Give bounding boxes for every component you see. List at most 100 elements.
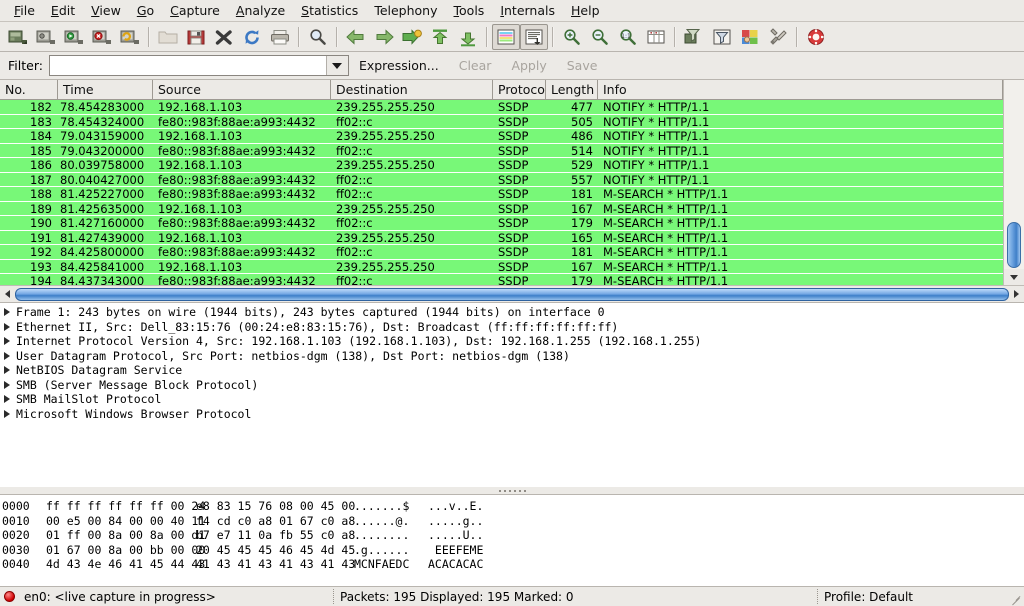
table-row[interactable]: 184 79.043159000 192.168.1.103 239.255.255.… xyxy=(0,129,1003,144)
hex-dump-row[interactable]: 0030 01 67 00 8a 00 bb 00 00 20 45 45 45 4… xyxy=(0,543,1024,558)
detail-tree-item[interactable]: Ethernet II, Src: Dell_83:15:76 (00:24:e… xyxy=(0,320,1024,335)
column-header-time[interactable]: Time xyxy=(58,80,153,99)
table-row[interactable]: 189 81.425635000 192.168.1.103 239.255.255.… xyxy=(0,201,1003,216)
table-row[interactable]: 183 78.454324000 fe80::983f:88ae:a993:4432… xyxy=(0,114,1003,129)
close-file-button[interactable] xyxy=(210,24,238,50)
open-file-button[interactable] xyxy=(154,24,182,50)
capture-options-button[interactable] xyxy=(32,24,60,50)
display-filters-button[interactable] xyxy=(708,24,736,50)
filter-expression-button[interactable]: Expression... xyxy=(349,58,449,73)
filter-input[interactable] xyxy=(49,56,326,75)
scroll-right-button[interactable] xyxy=(1009,287,1024,302)
preferences-button[interactable] xyxy=(764,24,792,50)
go-to-first-button[interactable] xyxy=(426,24,454,50)
menu-item-file[interactable]: File xyxy=(6,1,43,20)
hex-dump-row[interactable]: 0020 01 ff 00 8a 00 8a 00 d1 b7 e7 11 0a f… xyxy=(0,528,1024,543)
zoom-in-button[interactable] xyxy=(558,24,586,50)
column-header-source[interactable]: Source xyxy=(153,80,331,99)
menu-item-go[interactable]: Go xyxy=(129,1,162,20)
find-packet-button[interactable] xyxy=(304,24,332,50)
colorize-toggle-button[interactable] xyxy=(492,23,520,50)
menu-item-view[interactable]: View xyxy=(83,1,129,20)
print-button[interactable] xyxy=(266,24,294,50)
table-row[interactable]: 185 79.043200000 fe80::983f:88ae:a993:4432… xyxy=(0,143,1003,158)
menu-item-edit[interactable]: Edit xyxy=(43,1,83,20)
packet-details-pane[interactable]: Frame 1: 243 bytes on wire (1944 bits), … xyxy=(0,302,1024,487)
vertical-scroll-thumb[interactable] xyxy=(1007,222,1021,268)
go-to-packet-button[interactable] xyxy=(398,24,426,50)
pane-splitter[interactable] xyxy=(0,487,1024,494)
scroll-left-button[interactable] xyxy=(0,287,15,302)
expand-triangle-icon[interactable] xyxy=(4,337,10,346)
table-row[interactable]: 188 81.425227000 fe80::983f:88ae:a993:4432… xyxy=(0,187,1003,202)
detail-tree-item[interactable]: Microsoft Windows Browser Protocol xyxy=(0,407,1024,422)
filter-clear-button[interactable]: Clear xyxy=(449,58,502,73)
scroll-down-button[interactable] xyxy=(1004,269,1024,285)
menu-item-help[interactable]: Help xyxy=(563,1,608,20)
menu-item-tools[interactable]: Tools xyxy=(446,1,493,20)
help-button[interactable] xyxy=(802,24,830,50)
zoom-normal-button[interactable]: 1:1 xyxy=(614,24,642,50)
table-row[interactable]: 186 80.039758000 192.168.1.103 239.255.255.… xyxy=(0,158,1003,173)
detail-tree-item[interactable]: Internet Protocol Version 4, Src: 192.16… xyxy=(0,334,1024,349)
packet-bytes-pane[interactable]: 0000 ff ff ff ff ff ff 00 24 e8 83 15 76 0… xyxy=(0,494,1024,586)
column-header-destination[interactable]: Destination xyxy=(331,80,493,99)
expand-triangle-icon[interactable] xyxy=(4,322,10,331)
column-header-info[interactable]: Info xyxy=(598,80,1003,99)
detail-tree-item[interactable]: SMB (Server Message Block Protocol) xyxy=(0,378,1024,393)
filter-dropdown-button[interactable] xyxy=(325,56,348,75)
table-row[interactable]: 191 81.427439000 192.168.1.103 239.255.255.… xyxy=(0,230,1003,245)
stop-capture-button[interactable] xyxy=(88,24,116,50)
go-forward-button[interactable] xyxy=(370,24,398,50)
zoom-out-button[interactable] xyxy=(586,24,614,50)
horizontal-scroll-track[interactable] xyxy=(15,287,1009,302)
hex-dump-row[interactable]: 0010 00 e5 00 84 00 00 40 11 f4 cd c0 a8 0… xyxy=(0,514,1024,529)
detail-tree-item[interactable]: NetBIOS Datagram Service xyxy=(0,363,1024,378)
menu-item-statistics[interactable]: Statistics xyxy=(293,1,366,20)
packet-list-vertical-scrollbar[interactable] xyxy=(1003,80,1024,285)
resize-grip-icon[interactable] xyxy=(1008,590,1022,605)
column-header-protocol[interactable]: Protocol xyxy=(493,80,546,99)
column-header-length[interactable]: Length xyxy=(546,80,598,99)
menu-item-analyze[interactable]: Analyze xyxy=(228,1,293,20)
expand-triangle-icon[interactable] xyxy=(4,409,10,418)
coloring-rules-button[interactable] xyxy=(736,24,764,50)
table-row[interactable]: 194 84.437343000 fe80::983f:88ae:a993:4432… xyxy=(0,274,1003,285)
table-row[interactable]: 193 84.425841000 192.168.1.103 239.255.255.… xyxy=(0,259,1003,274)
reload-button[interactable] xyxy=(238,24,266,50)
vertical-scroll-track[interactable] xyxy=(1004,80,1024,269)
table-row[interactable]: 182 78.454283000 192.168.1.103 239.255.255.… xyxy=(0,100,1003,115)
table-row[interactable]: 190 81.427160000 fe80::983f:88ae:a993:4432… xyxy=(0,216,1003,231)
hex-dump-row[interactable]: 0000 ff ff ff ff ff ff 00 24 e8 83 15 76 0… xyxy=(0,499,1024,514)
profile-text[interactable]: Profile: Default xyxy=(818,588,1008,606)
menu-item-internals[interactable]: Internals xyxy=(492,1,563,20)
resize-columns-button[interactable] xyxy=(642,24,670,50)
expand-triangle-icon[interactable] xyxy=(4,351,10,360)
list-interfaces-button[interactable] xyxy=(4,24,32,50)
detail-tree-item[interactable]: Frame 1: 243 bytes on wire (1944 bits), … xyxy=(0,305,1024,320)
detail-tree-item[interactable]: SMB MailSlot Protocol xyxy=(0,392,1024,407)
expand-triangle-icon[interactable] xyxy=(4,366,10,375)
menu-item-telephony[interactable]: Telephony xyxy=(366,1,445,20)
filter-save-button[interactable]: Save xyxy=(557,58,608,73)
start-capture-button[interactable] xyxy=(60,24,88,50)
expand-triangle-icon[interactable] xyxy=(4,380,10,389)
packet-list-horizontal-scrollbar[interactable] xyxy=(0,285,1024,302)
horizontal-scroll-thumb[interactable] xyxy=(15,287,1009,301)
filter-apply-button[interactable]: Apply xyxy=(501,58,556,73)
table-row[interactable]: 187 80.040427000 fe80::983f:88ae:a993:4432… xyxy=(0,172,1003,187)
save-file-button[interactable] xyxy=(182,24,210,50)
detail-tree-item[interactable]: User Datagram Protocol, Src Port: netbio… xyxy=(0,349,1024,364)
hex-dump-row[interactable]: 0040 4d 43 4e 46 41 45 44 43 41 43 41 43 4… xyxy=(0,557,1024,572)
packet-list-rows[interactable]: 182 78.454283000 192.168.1.103 239.255.255.… xyxy=(0,100,1003,285)
table-row[interactable]: 192 84.425800000 fe80::983f:88ae:a993:4432… xyxy=(0,245,1003,260)
auto-scroll-toggle-button[interactable] xyxy=(520,23,548,50)
go-to-last-button[interactable] xyxy=(454,24,482,50)
go-back-button[interactable] xyxy=(342,24,370,50)
menu-item-capture[interactable]: Capture xyxy=(162,1,228,20)
restart-capture-button[interactable] xyxy=(116,24,144,50)
capture-filters-button[interactable] xyxy=(680,24,708,50)
column-header-no[interactable]: No. xyxy=(0,80,58,99)
expand-triangle-icon[interactable] xyxy=(4,308,10,317)
expand-triangle-icon[interactable] xyxy=(4,395,10,404)
